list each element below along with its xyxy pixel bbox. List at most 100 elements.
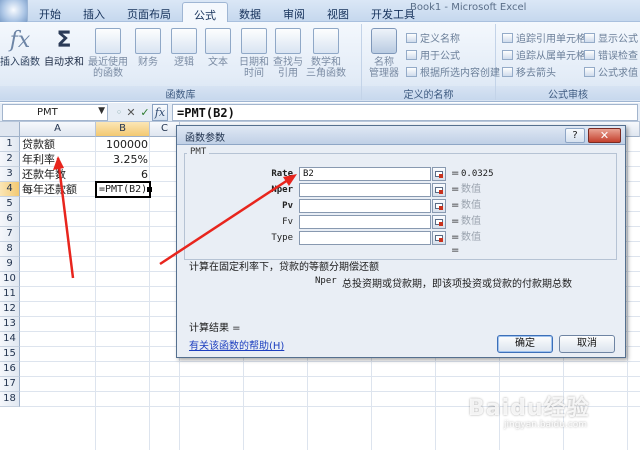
row-header-10[interactable]: 10: [0, 272, 20, 287]
arg-equals-type: =: [451, 232, 460, 243]
column-header-a[interactable]: A: [20, 122, 96, 137]
arg-equals-nper: =: [451, 184, 460, 195]
formula-result-equals: =: [451, 245, 460, 256]
row-header-7[interactable]: 7: [0, 227, 20, 242]
row-header-2[interactable]: 2: [0, 152, 20, 167]
arg-input-type[interactable]: [299, 231, 431, 245]
ribbon: fx 插入函数 Σ 自动求和 最近使用 的函数 财务 逻辑 文本 日期和 时间: [0, 22, 640, 102]
row-header-12[interactable]: 12: [0, 302, 20, 317]
tab-data[interactable]: 数据: [228, 2, 272, 22]
financial-button[interactable]: 财务: [130, 26, 166, 68]
calculation-result: 计算结果 =: [189, 323, 241, 334]
tab-formulas[interactable]: 公式: [182, 2, 228, 22]
row-header-3[interactable]: 3: [0, 167, 20, 182]
insert-function-button[interactable]: fx 插入函数: [0, 26, 40, 68]
lookup-reference-button[interactable]: 查找与 引用: [270, 26, 306, 79]
arg-label-fv: Fv: [282, 217, 293, 227]
function-name-legend: PMT: [187, 147, 210, 157]
tab-page-layout[interactable]: 页面布局: [116, 2, 182, 22]
formula-auditing-group: 追踪引用单元格 追踪从属单元格 移去箭头 显示公式 错误检查 公式求值 公式审核: [496, 24, 640, 101]
math-trig-button[interactable]: 数学和 三角函数: [304, 26, 348, 79]
tab-home[interactable]: 开始: [28, 2, 72, 22]
name-manager-button[interactable]: 名称 管理器: [364, 26, 404, 79]
name-box[interactable]: PMT ▼: [2, 104, 108, 121]
tab-view[interactable]: 视图: [316, 2, 360, 22]
row-header-16[interactable]: 16: [0, 362, 20, 377]
recent-functions-button[interactable]: 最近使用 的函数: [86, 26, 130, 79]
row-header-17[interactable]: 17: [0, 377, 20, 392]
collapse-dialog-pv-icon[interactable]: [432, 199, 446, 213]
arg-input-rate[interactable]: B2: [299, 167, 431, 181]
close-icon[interactable]: ✕: [588, 128, 621, 143]
fill-handle[interactable]: [147, 187, 152, 192]
office-button[interactable]: [0, 0, 28, 22]
cell-b3[interactable]: 6: [96, 167, 150, 182]
row-header-5[interactable]: 5: [0, 197, 20, 212]
function-help-link[interactable]: 有关该函数的帮助(H): [189, 337, 284, 352]
row-header-4[interactable]: 4: [0, 182, 20, 197]
row-header-9[interactable]: 9: [0, 257, 20, 272]
row-header-18[interactable]: 18: [0, 392, 20, 407]
arg-input-pv[interactable]: [299, 199, 431, 213]
formula-bar: PMT ▼ ◦ ✕ ✓ fx =PMT(B2): [0, 103, 640, 122]
cell-b4-active[interactable]: =PMT(B2): [95, 181, 151, 198]
use-in-formula-button[interactable]: 用于公式: [406, 47, 460, 62]
cell-a1[interactable]: 贷款额: [20, 137, 96, 152]
function-arguments-dialog: 函数参数 ? ✕ PMT Rate B2 = 0.0325 Nper = 数值 …: [176, 125, 626, 358]
cancel-entry-button[interactable]: ✕: [124, 105, 138, 120]
tab-insert[interactable]: 插入: [72, 2, 116, 22]
table-icon: [406, 67, 417, 77]
row-header-14[interactable]: 14: [0, 332, 20, 347]
row-header-1[interactable]: 1: [0, 137, 20, 152]
define-name-button[interactable]: 定义名称: [406, 30, 460, 45]
text-functions-button[interactable]: 文本: [200, 26, 236, 68]
chevron-down-icon[interactable]: ▼: [98, 106, 105, 116]
trace-dependents-button[interactable]: 追踪从属单元格: [502, 47, 586, 62]
show-formulas-icon: [584, 33, 595, 43]
cancel-button[interactable]: 取消: [559, 335, 615, 353]
cell-a3[interactable]: 还款年数: [20, 167, 96, 182]
arg-input-nper[interactable]: [299, 183, 431, 197]
error-checking-button[interactable]: 错误检查: [584, 47, 638, 62]
financial-icon: [135, 28, 161, 54]
arg-result-fv: 数值: [461, 216, 481, 227]
column-header-b[interactable]: B: [96, 122, 150, 137]
collapse-dialog-rate-icon[interactable]: [432, 167, 446, 181]
insert-function-fx-button[interactable]: fx: [152, 104, 168, 121]
ribbon-tabs: 开始 插入 页面布局 公式 数据 审阅 视图 开发工具: [28, 2, 426, 22]
name-manager-icon: [371, 28, 397, 54]
select-all-corner[interactable]: [0, 122, 20, 137]
dialog-title-bar[interactable]: 函数参数 ? ✕: [177, 126, 625, 145]
cell-b2[interactable]: 3.25%: [96, 152, 150, 167]
argument-description: 总投资期或贷款期，即该项投资或贷款的付款期总数: [342, 279, 572, 290]
arg-label-type: Type: [271, 233, 293, 243]
tab-review[interactable]: 审阅: [272, 2, 316, 22]
formula-input[interactable]: =PMT(B2): [172, 104, 638, 121]
collapse-dialog-type-icon[interactable]: [432, 231, 446, 245]
autosum-button[interactable]: Σ 自动求和: [42, 26, 86, 68]
collapse-dialog-fv-icon[interactable]: [432, 215, 446, 229]
trace-precedents-button[interactable]: 追踪引用单元格: [502, 30, 586, 45]
help-icon[interactable]: ?: [565, 128, 585, 143]
cell-b1[interactable]: 100000: [96, 137, 150, 152]
row-header-8[interactable]: 8: [0, 242, 20, 257]
trace-arrow-icon: [502, 33, 513, 43]
row-header-13[interactable]: 13: [0, 317, 20, 332]
evaluate-formula-button[interactable]: 公式求值: [584, 64, 638, 79]
ok-button[interactable]: 确定: [497, 335, 553, 353]
collapse-dialog-nper-icon[interactable]: [432, 183, 446, 197]
confirm-entry-button[interactable]: ✓: [138, 105, 152, 120]
row-header-6[interactable]: 6: [0, 212, 20, 227]
recent-functions-icon: [95, 28, 121, 54]
arg-result-nper: 数值: [461, 184, 481, 195]
arg-input-fv[interactable]: [299, 215, 431, 229]
create-from-selection-button[interactable]: 根据所选内容创建: [406, 64, 500, 79]
remove-arrows-button[interactable]: 移去箭头: [502, 64, 556, 79]
show-formulas-button[interactable]: 显示公式: [584, 30, 638, 45]
cell-a2[interactable]: 年利率: [20, 152, 96, 167]
row-header-15[interactable]: 15: [0, 347, 20, 362]
datetime-button[interactable]: 日期和 时间: [236, 26, 272, 79]
row-header-11[interactable]: 11: [0, 287, 20, 302]
logical-button[interactable]: 逻辑: [166, 26, 202, 68]
cell-a4[interactable]: 每年还款额: [20, 182, 96, 197]
